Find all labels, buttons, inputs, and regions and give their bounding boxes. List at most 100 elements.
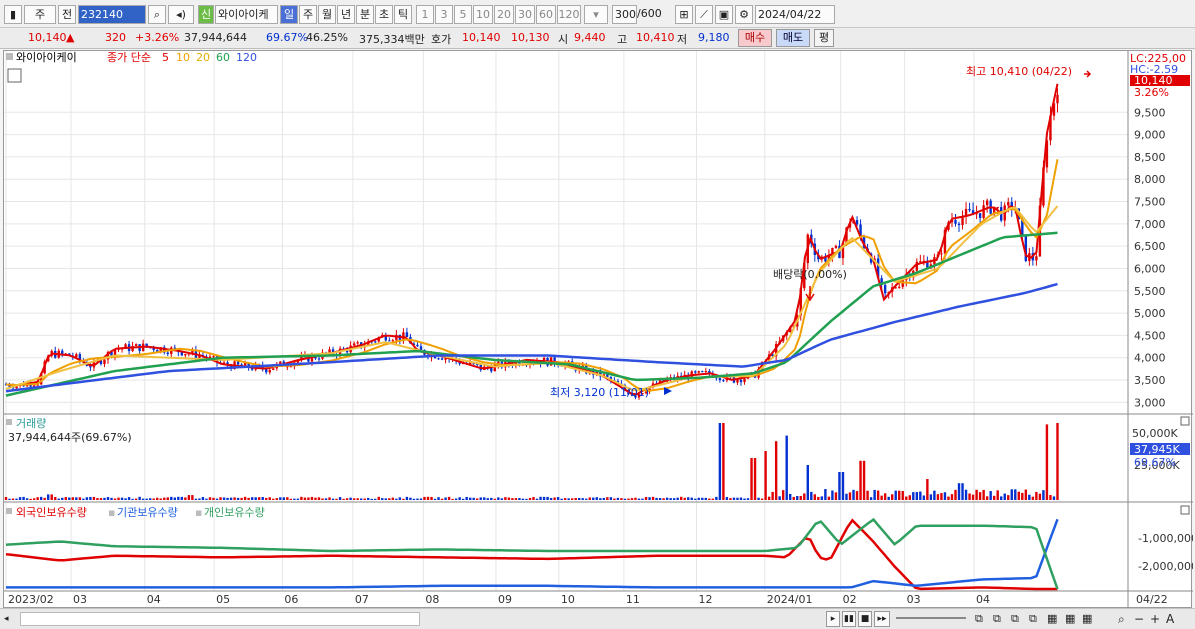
interval-1[interactable]: 1 (416, 5, 434, 24)
volume-bar (539, 496, 542, 500)
volume-bar (75, 497, 78, 500)
interval-10[interactable]: 10 (473, 5, 493, 24)
draw-icon[interactable]: ⟋ (695, 5, 713, 24)
sell-button[interactable]: 매도 (776, 29, 810, 47)
volume-bar (549, 497, 553, 500)
market-select[interactable]: 주 (24, 5, 56, 24)
volume-bar (567, 498, 570, 500)
volume-bar (929, 494, 933, 500)
search-zoom-icon[interactable]: ⌕ (1118, 611, 1132, 627)
volume-bar (454, 498, 458, 500)
stock-chart[interactable]: 9,500 9,000 8,500 8,000 7,500 7,000 6,500 6,000… (4, 51, 1195, 609)
legend-ma20: 20 (196, 51, 210, 64)
volume-bar (964, 489, 968, 500)
volume-bar (46, 494, 50, 500)
candle-body (883, 284, 887, 294)
volume-bar (43, 497, 46, 500)
candle-body (388, 340, 391, 342)
volume-bar (560, 498, 563, 500)
interval-120[interactable]: 120 (557, 5, 581, 24)
last-pct-label: 3.26% (1134, 86, 1169, 99)
scroll-play-icon[interactable]: ▸ (826, 611, 840, 627)
volume-bar (1028, 494, 1031, 500)
volume-bar (838, 472, 841, 500)
stock-name[interactable]: 와이아이케 (215, 5, 278, 24)
chart-area[interactable]: 9,500 9,000 8,500 8,000 7,500 7,000 6,500 6,000… (3, 50, 1195, 609)
date-input[interactable]: 2024/04/22 (755, 5, 835, 24)
hoga-label: 호가 (431, 33, 452, 46)
candle-icon[interactable]: ⊞ (675, 5, 693, 24)
interval-5[interactable]: 5 (454, 5, 472, 24)
volume-bar (876, 490, 880, 500)
period-tick[interactable]: 틱 (394, 5, 412, 24)
minus-icon[interactable]: − (1134, 611, 1148, 627)
volume-bar (542, 496, 546, 500)
price-tick-label: 8,500 (1134, 151, 1166, 164)
candle-body (440, 358, 444, 360)
scroll-left-icon[interactable]: ◂ (4, 612, 18, 626)
sound-icon[interactable]: ◂) (168, 5, 194, 24)
jeon-select[interactable]: 전 (58, 5, 76, 24)
period-minute[interactable]: 분 (356, 5, 374, 24)
period-year[interactable]: 년 (337, 5, 355, 24)
volume-bar (912, 492, 915, 500)
scroll-track[interactable] (20, 612, 420, 626)
window-icon[interactable]: ▮ (4, 5, 22, 24)
zoom-in-icon[interactable]: ▦ (1082, 611, 1096, 627)
x-tick-label: 05 (216, 593, 230, 606)
volume-bar (933, 490, 936, 500)
price-change: 320 (105, 31, 126, 44)
candle-body (701, 371, 704, 373)
count-input[interactable]: 300 (612, 5, 637, 24)
vol-close-icon[interactable] (1180, 416, 1190, 426)
buy-button[interactable]: 매수 (738, 29, 772, 47)
gear-icon[interactable]: ⚙ (735, 5, 753, 24)
layout-icon[interactable]: ⧉ (975, 611, 989, 627)
scroll-end-icon[interactable]: ▸▸ (874, 611, 890, 627)
period-month[interactable]: 월 (318, 5, 336, 24)
interval-30[interactable]: 30 (515, 5, 535, 24)
layout4-icon[interactable]: ⧉ (1029, 611, 1043, 627)
volume-bar (240, 497, 243, 500)
volume-bar (374, 498, 377, 500)
calculator-icon[interactable] (7, 68, 22, 83)
search-icon[interactable]: ⌕ (148, 5, 166, 24)
scroll-stop-icon[interactable]: ■ (858, 611, 872, 627)
high-arrow-icon (1084, 70, 1092, 78)
volume-bar (954, 489, 957, 500)
period-day[interactable]: 일 (280, 5, 298, 24)
code-input[interactable]: 232140 (78, 5, 146, 24)
scroll-pause-icon[interactable]: ▮▮ (842, 611, 856, 627)
plus-icon[interactable]: + (1150, 611, 1164, 627)
inv-close-icon[interactable] (1180, 505, 1190, 515)
volume-bar (658, 498, 662, 500)
avg-button[interactable]: 평 (814, 29, 834, 47)
layout3-icon[interactable]: ⧉ (1011, 611, 1025, 627)
volume-bar (349, 497, 352, 500)
volume-bar (595, 497, 598, 500)
volume-bar (841, 472, 845, 500)
bottom-scrollbar[interactable]: ◂ ▸ ▮▮ ■ ▸▸ ⧉ ⧉ ⧉ ⧉ ▦ ▦ ▦ ⌕ − + A (0, 608, 1195, 629)
volume-bar (947, 496, 950, 500)
interval-dropdown[interactable]: ▾ (584, 5, 608, 24)
layout5-icon[interactable]: ▦ (1047, 611, 1061, 627)
volume-bar (725, 497, 729, 500)
volume-bar (683, 497, 686, 500)
volume-bar (476, 498, 479, 500)
price-tick-label: 4,000 (1134, 352, 1166, 365)
interval-60[interactable]: 60 (536, 5, 556, 24)
font-icon[interactable]: A (1166, 611, 1180, 627)
interval-20[interactable]: 20 (494, 5, 514, 24)
volume-bar (89, 496, 92, 500)
period-second[interactable]: 초 (375, 5, 393, 24)
interval-3[interactable]: 3 (435, 5, 453, 24)
volume-bar (36, 497, 39, 500)
volume-bar (468, 497, 472, 500)
candle-body (718, 378, 722, 381)
layout6-icon[interactable]: ▦ (1065, 611, 1079, 627)
volume-bar (528, 497, 532, 500)
zoom-slider[interactable] (896, 617, 966, 619)
layout2-icon[interactable]: ⧉ (993, 611, 1007, 627)
save-icon[interactable]: ▣ (715, 5, 733, 24)
period-week[interactable]: 주 (299, 5, 317, 24)
